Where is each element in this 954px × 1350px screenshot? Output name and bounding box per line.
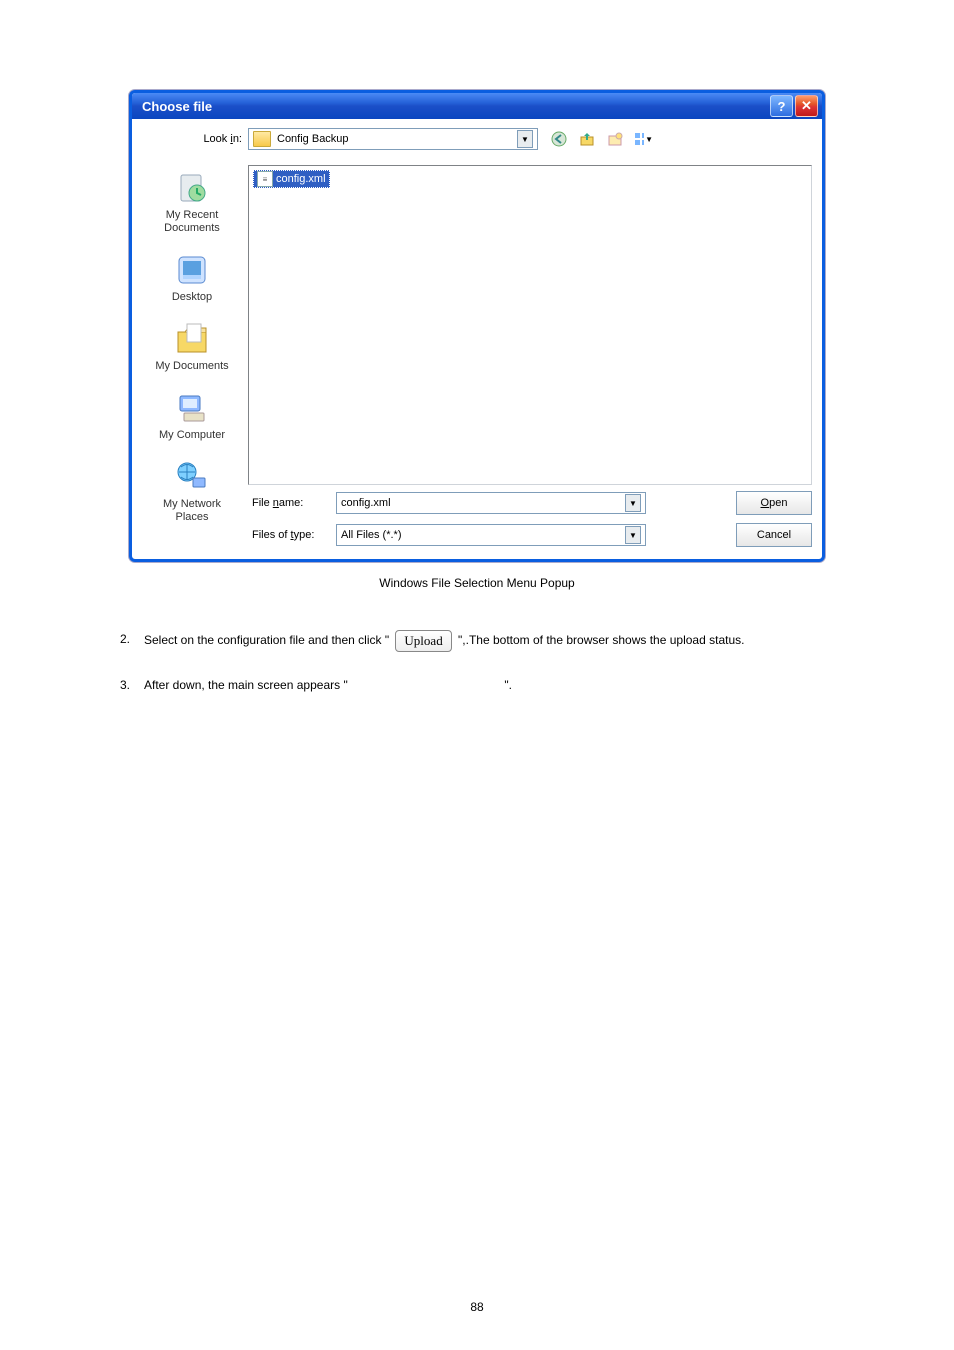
- step-text: ",.The bottom of the browser shows the u…: [458, 633, 744, 647]
- filetype-select[interactable]: All Files (*.*) ▼: [336, 524, 646, 546]
- titlebar: Choose file ? ✕: [132, 93, 822, 119]
- chevron-down-icon[interactable]: ▼: [625, 494, 641, 512]
- upload-button[interactable]: Upload: [395, 630, 451, 652]
- step-text: ".: [504, 678, 512, 692]
- views-icon[interactable]: ▼: [632, 128, 654, 150]
- recent-docs-icon: [175, 171, 209, 205]
- figure-caption: Windows File Selection Menu Popup: [120, 576, 834, 590]
- close-icon[interactable]: ✕: [795, 95, 818, 117]
- place-network[interactable]: My NetworkPlaces: [163, 460, 221, 524]
- cancel-button[interactable]: Cancel: [736, 523, 812, 547]
- open-button[interactable]: Open: [736, 491, 812, 515]
- file-item-label: config.xml: [276, 173, 326, 185]
- file-open-dialog: Choose file ? ✕ Look in: Config Backup ▼…: [129, 90, 825, 562]
- chevron-down-icon[interactable]: ▼: [625, 526, 641, 544]
- filetype-value: All Files (*.*): [341, 529, 402, 541]
- step-number: 2.: [120, 630, 144, 648]
- filename-label: File name:: [248, 497, 336, 509]
- step-text: After down, the main screen appears ": [144, 678, 348, 692]
- place-mycomp[interactable]: My Computer: [159, 391, 225, 442]
- filename-input[interactable]: config.xml ▼: [336, 492, 646, 514]
- chevron-down-icon: ▼: [645, 135, 653, 144]
- step-2: 2. Select on the configuration file and …: [120, 630, 834, 652]
- dialog-title: Choose file: [136, 99, 212, 114]
- filetype-label: Files of type:: [248, 529, 336, 541]
- place-label: My Documents: [155, 360, 228, 373]
- places-bar: My RecentDocuments Desktop My Documents …: [142, 165, 242, 549]
- lookin-combo[interactable]: Config Backup ▼: [248, 128, 538, 150]
- page-number: 88: [0, 1300, 954, 1314]
- mydocs-icon: [175, 322, 209, 356]
- filename-value: config.xml: [341, 497, 391, 509]
- file-list[interactable]: ≡ config.xml: [248, 165, 812, 485]
- step-number: 3.: [120, 676, 144, 694]
- folder-icon: [253, 131, 271, 147]
- new-folder-icon[interactable]: [604, 128, 626, 150]
- place-label: My NetworkPlaces: [163, 498, 221, 524]
- lookin-label: Look in:: [142, 133, 248, 145]
- place-label: Desktop: [172, 291, 212, 304]
- step-3: 3. After down, the main screen appears "…: [120, 676, 834, 694]
- network-icon: [175, 460, 209, 494]
- back-icon[interactable]: [548, 128, 570, 150]
- lookin-value: Config Backup: [277, 133, 349, 145]
- desktop-icon: [175, 253, 209, 287]
- help-icon[interactable]: ?: [770, 95, 793, 117]
- place-label: My RecentDocuments: [164, 209, 220, 235]
- place-desktop[interactable]: Desktop: [172, 253, 212, 304]
- file-item-selected[interactable]: ≡ config.xml: [253, 170, 330, 188]
- chevron-down-icon[interactable]: ▼: [517, 130, 533, 148]
- step-text: Select on the configuration file and the…: [144, 633, 389, 647]
- place-label: My Computer: [159, 429, 225, 442]
- place-recent[interactable]: My RecentDocuments: [164, 171, 220, 235]
- up-one-level-icon[interactable]: [576, 128, 598, 150]
- xml-file-icon: ≡: [257, 171, 273, 187]
- mycomp-icon: [175, 391, 209, 425]
- place-mydocs[interactable]: My Documents: [155, 322, 228, 373]
